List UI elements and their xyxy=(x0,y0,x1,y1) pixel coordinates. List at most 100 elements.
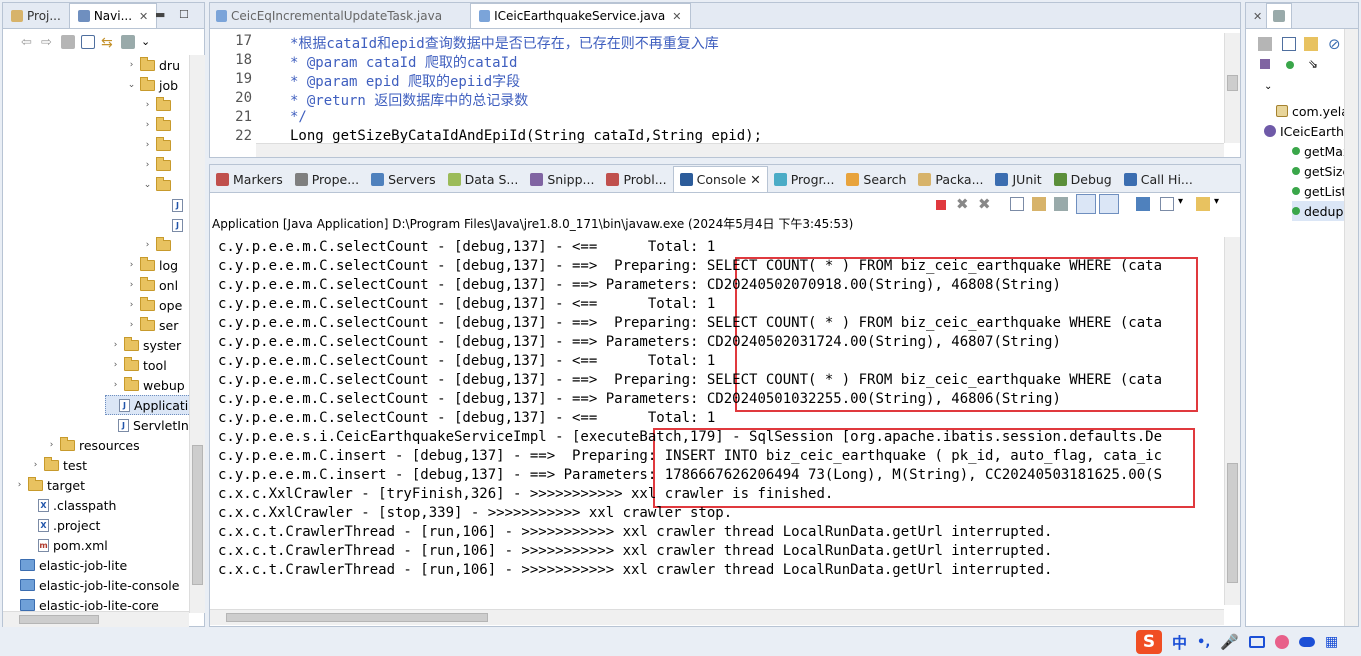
chevron-right-icon[interactable]: › xyxy=(143,100,152,110)
tree-item[interactable]: elastic-job-lite xyxy=(7,555,127,575)
sort-icon[interactable] xyxy=(1258,37,1272,51)
collapse-all-icon[interactable] xyxy=(1282,37,1296,51)
open-console-icon[interactable] xyxy=(1196,197,1210,211)
skin-icon[interactable] xyxy=(1274,635,1289,649)
link-editor-icon[interactable]: ⇘ xyxy=(1308,57,1318,71)
tree-item[interactable]: › syster xyxy=(111,335,181,355)
chevron-down-icon[interactable]: ⌄ xyxy=(127,80,136,90)
tree-item[interactable]: › tool xyxy=(111,355,167,375)
display-console-icon[interactable] xyxy=(1160,197,1174,211)
hide-local-types-icon[interactable] xyxy=(1286,61,1294,69)
tab-junit[interactable]: JUnit xyxy=(989,166,1047,192)
close-icon[interactable]: ✕ xyxy=(672,10,681,23)
console-output[interactable]: c.y.p.e.e.m.C.selectCount - [debug,137] … xyxy=(210,237,1222,605)
tree-item[interactable]: J ServletIn xyxy=(105,415,189,435)
forward-icon[interactable]: ⇨ xyxy=(41,35,55,50)
tree-item[interactable]: › resources xyxy=(47,435,140,455)
tree-item[interactable]: elastic-job-lite-console xyxy=(7,575,179,595)
tree-item[interactable]: › test xyxy=(31,455,87,475)
hide-nonpublic-icon[interactable] xyxy=(1260,59,1270,69)
clear-console-icon[interactable] xyxy=(1010,197,1024,211)
tree-item[interactable]: X .project xyxy=(25,515,100,535)
show-stdout-icon[interactable] xyxy=(1076,194,1096,214)
show-stderr-icon[interactable] xyxy=(1099,194,1119,214)
terminate-icon[interactable] xyxy=(936,200,946,210)
tree-item[interactable]: ⌄ job xyxy=(127,75,178,95)
chevron-down-icon[interactable]: ▾ xyxy=(1178,196,1183,207)
chevron-right-icon[interactable]: › xyxy=(15,480,24,490)
tab-navigator[interactable]: Navi... ✕ xyxy=(68,3,158,28)
scroll-lock-icon[interactable] xyxy=(1032,197,1046,211)
tree-item[interactable]: › ope xyxy=(127,295,182,315)
back-icon[interactable]: ⇦ xyxy=(21,35,35,50)
outline-item[interactable]: getList( xyxy=(1292,181,1351,201)
tab-prope[interactable]: Prope... xyxy=(289,166,365,192)
scroll-thumb[interactable] xyxy=(1227,463,1238,583)
tree-item[interactable]: › xyxy=(143,95,175,115)
tree-item[interactable]: › xyxy=(143,235,175,255)
filter-icon[interactable] xyxy=(121,35,135,49)
maximize-icon[interactable]: ☐ xyxy=(179,8,189,21)
editor-vertical-scrollbar[interactable] xyxy=(1224,33,1240,143)
scroll-thumb[interactable] xyxy=(19,615,99,624)
chevron-right-icon[interactable]: › xyxy=(143,240,152,250)
tree-item[interactable]: › xyxy=(143,115,175,135)
chevron-right-icon[interactable]: › xyxy=(127,300,136,310)
tab-ceiceqincrementalupdatetask[interactable]: CeicEqIncrementalUpdateTask.java xyxy=(210,4,450,28)
tab-outline-close[interactable]: ✕ xyxy=(1246,4,1266,28)
close-icon[interactable]: ✕ xyxy=(139,10,148,23)
tab-snipp[interactable]: Snipp... xyxy=(524,166,600,192)
chevron-down-icon[interactable]: ▾ xyxy=(1214,196,1219,207)
keyboard-icon[interactable] xyxy=(1248,636,1265,648)
outline-vertical-scrollbar[interactable] xyxy=(1344,29,1358,626)
ime-punctuation-toggle[interactable]: •, xyxy=(1197,635,1210,650)
tree-item[interactable]: › dru xyxy=(127,55,180,75)
tab-project-explorer[interactable]: Proj... xyxy=(3,4,69,28)
console-vertical-scrollbar[interactable] xyxy=(1224,237,1240,605)
chevron-right-icon[interactable]: › xyxy=(127,320,136,330)
outline-item[interactable]: getMax xyxy=(1292,141,1350,161)
tree-item[interactable]: › target xyxy=(15,475,85,495)
tab-probl[interactable]: Probl... xyxy=(600,166,672,192)
chevron-right-icon[interactable]: › xyxy=(127,280,136,290)
chevron-right-icon[interactable]: › xyxy=(111,380,120,390)
tab-console[interactable]: Console ✕ xyxy=(672,166,768,192)
view-menu-icon[interactable]: ⌄ xyxy=(1264,81,1272,92)
hide-static-icon[interactable]: ⊘ xyxy=(1328,35,1341,53)
tree-item[interactable]: J xyxy=(159,195,187,215)
tree-item[interactable]: J xyxy=(159,215,187,235)
tree-item[interactable]: J Applicati xyxy=(105,395,189,415)
hide-fields-icon[interactable] xyxy=(1304,37,1318,51)
close-icon[interactable]: ✕ xyxy=(1253,10,1262,23)
chevron-right-icon[interactable]: › xyxy=(111,340,120,350)
navigator-vertical-scrollbar[interactable] xyxy=(189,55,205,613)
close-icon[interactable]: ✕ xyxy=(750,172,760,187)
tree-item[interactable]: › webup xyxy=(111,375,185,395)
chevron-right-icon[interactable]: › xyxy=(31,460,40,470)
chevron-right-icon[interactable]: › xyxy=(47,440,56,450)
chevron-right-icon[interactable]: › xyxy=(143,140,152,150)
toolbox-icon[interactable]: ▦ xyxy=(1325,634,1338,650)
chevron-right-icon[interactable]: › xyxy=(127,260,136,270)
tree-item[interactable]: › xyxy=(143,155,175,175)
navigator-horizontal-scrollbar[interactable] xyxy=(3,611,189,627)
home-icon[interactable] xyxy=(61,35,75,49)
tab-markers[interactable]: Markers xyxy=(210,166,289,192)
pin-console-icon[interactable] xyxy=(1136,197,1150,211)
chevron-right-icon[interactable]: › xyxy=(143,120,152,130)
tab-callhi[interactable]: Call Hi... xyxy=(1118,166,1199,192)
remove-launch-icon[interactable]: ✖ xyxy=(956,195,969,213)
gamepad-icon[interactable] xyxy=(1298,637,1315,647)
tree-item[interactable]: ⌄ xyxy=(143,175,175,195)
ime-language-toggle[interactable]: 中 xyxy=(1172,632,1187,653)
scroll-thumb[interactable] xyxy=(192,445,203,585)
sogou-ime-logo[interactable]: S xyxy=(1136,630,1162,654)
outline-item[interactable]: ICeicEarth xyxy=(1264,121,1344,141)
scroll-thumb[interactable] xyxy=(226,613,488,622)
outline-item[interactable]: getSize xyxy=(1292,161,1350,181)
console-horizontal-scrollbar[interactable] xyxy=(210,609,1224,625)
editor-horizontal-scrollbar[interactable] xyxy=(256,143,1224,157)
tree-item[interactable]: m pom.xml xyxy=(25,535,108,555)
tab-packa[interactable]: Packa... xyxy=(912,166,989,192)
collapse-all-icon[interactable] xyxy=(81,35,95,49)
